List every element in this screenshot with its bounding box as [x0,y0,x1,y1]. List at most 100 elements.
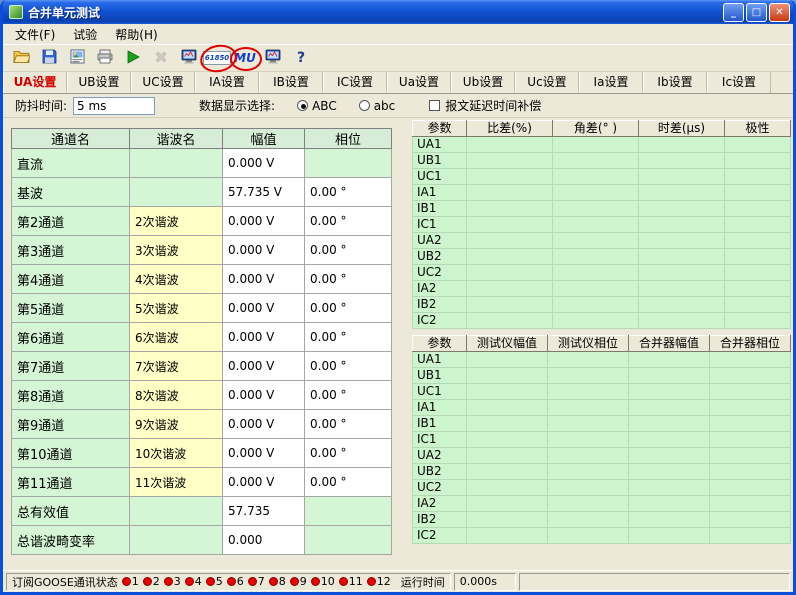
radio-abc-lower[interactable]: abc [359,99,396,113]
value-cell [548,416,629,432]
run-button[interactable] [121,47,145,69]
message-button[interactable] [261,47,285,69]
amplitude-cell[interactable]: 0.000 V [223,265,305,294]
debounce-input[interactable] [73,97,155,115]
value-cell [467,153,553,169]
amplitude-cell[interactable]: 0.000 V [223,381,305,410]
amplitude-cell[interactable]: 0.000 V [223,207,305,236]
amplitude-cell[interactable]: 0.000 V [223,410,305,439]
phase-cell[interactable]: 0.00 ° [305,236,392,265]
column-header: 测试仪幅值 [467,336,548,352]
delay-compensation-checkbox[interactable]: 报文延迟时间补偿 [429,97,541,114]
help-button[interactable]: ? [289,47,313,69]
help-menu[interactable]: 帮助(H) [106,24,166,45]
amplitude-cell[interactable]: 57.735 [223,497,305,526]
phase-cell[interactable]: 0.00 ° [305,178,392,207]
amplitude-cell[interactable]: 0.000 V [223,468,305,497]
value-cell [467,512,548,528]
amplitude-cell[interactable]: 0.000 V [223,439,305,468]
param-cell: UB2 [413,464,467,480]
tab-ic2[interactable]: Ic设置 [707,72,771,93]
mu-button[interactable]: MU [233,47,257,69]
column-header: 谐波名 [130,129,223,149]
red-dot-icon [164,577,173,586]
table-row: 第7通道7次谐波0.000 V0.00 ° [12,352,392,381]
tab-uc2[interactable]: Uc设置 [515,72,579,93]
phase-cell[interactable]: 0.00 ° [305,207,392,236]
phase-cell[interactable]: 0.00 ° [305,410,392,439]
phase-cell[interactable]: 0.00 ° [305,468,392,497]
phase-cell[interactable]: 0.00 ° [305,381,392,410]
tab-ib1[interactable]: IB设置 [259,72,323,93]
tab-ub2[interactable]: Ub设置 [451,72,515,93]
stop-button[interactable] [149,47,173,69]
value-cell [725,233,791,249]
close-button[interactable]: ✕ [769,3,790,22]
amplitude-cell[interactable]: 57.735 V [223,178,305,207]
value-cell [548,400,629,416]
phase-cell[interactable]: 0.00 ° [305,265,392,294]
value-cell [467,281,553,297]
phase-cell[interactable]: 0.00 ° [305,294,392,323]
printer-icon [97,49,113,68]
test-menu[interactable]: 试验 [64,24,106,45]
value-cell [548,496,629,512]
table-row: IA2 [413,496,791,512]
param-cell: IA1 [413,400,467,416]
phase-cell[interactable]: 0.00 ° [305,352,392,381]
print-button[interactable] [93,47,117,69]
value-cell [467,249,553,265]
harmonic-table: 通道名谐波名幅值相位 直流0.000 V基波57.735 V0.00 °第2通道… [11,128,392,555]
value-cell [548,464,629,480]
tab-ua2[interactable]: Ua设置 [387,72,451,93]
help-button-label: ? [297,50,305,66]
radio-abc-upper[interactable]: ABC [297,99,337,113]
waveform-button[interactable] [177,47,201,69]
mu-button-label: MU [234,51,256,65]
save-button[interactable] [37,47,61,69]
open-button[interactable] [9,47,33,69]
value-cell [467,400,548,416]
value-cell [725,297,791,313]
tab-ib2[interactable]: Ib设置 [643,72,707,93]
amplitude-cell[interactable]: 0.000 [223,526,305,555]
indicator-number: 3 [174,575,181,588]
value-cell [629,384,710,400]
table-row: UB2 [413,249,791,265]
channel-cell: 第3通道 [12,236,130,265]
amplitude-cell[interactable]: 0.000 V [223,352,305,381]
table-row: 基波57.735 V0.00 ° [12,178,392,207]
channel-cell: 直流 [12,149,130,178]
tab-uc1[interactable]: UC设置 [131,72,195,93]
comparison-table: 参数测试仪幅值测试仪相位合并器幅值合并器相位 UA1UB1UC1IA1IB1IC… [412,335,791,544]
file-menu[interactable]: 文件(F) [6,24,64,45]
goose-indicator-12: 12 [367,575,391,588]
tab-ua1[interactable]: UA设置 [3,72,67,93]
iec61850-button[interactable]: 61850 [205,47,229,69]
column-header: 比差(%) [467,121,553,137]
amplitude-cell[interactable]: 0.000 V [223,294,305,323]
param-cell: UB1 [413,153,467,169]
indicator-number: 4 [195,575,202,588]
value-cell [553,233,639,249]
status-bar: 订阅GOOSE通讯状态 123456789101112 运行时间 0.000s [3,570,793,592]
radio-checked-icon [297,100,308,111]
amplitude-cell[interactable]: 0.000 V [223,149,305,178]
minimize-button[interactable]: _ [723,3,744,22]
phase-cell[interactable]: 0.00 ° [305,323,392,352]
channel-cell: 第11通道 [12,468,130,497]
table-row: 第4通道4次谐波0.000 V0.00 ° [12,265,392,294]
goose-indicator-4: 4 [185,575,202,588]
value-cell [548,384,629,400]
tab-ub1[interactable]: UB设置 [67,72,131,93]
amplitude-cell[interactable]: 0.000 V [223,236,305,265]
tab-ic1[interactable]: IC设置 [323,72,387,93]
report-button[interactable] [65,47,89,69]
value-cell [553,137,639,153]
value-cell [629,352,710,368]
amplitude-cell[interactable]: 0.000 V [223,323,305,352]
phase-cell[interactable]: 0.00 ° [305,439,392,468]
tab-ia2[interactable]: Ia设置 [579,72,643,93]
maximize-button[interactable]: □ [746,3,767,22]
tab-ia1[interactable]: IA设置 [195,72,259,93]
